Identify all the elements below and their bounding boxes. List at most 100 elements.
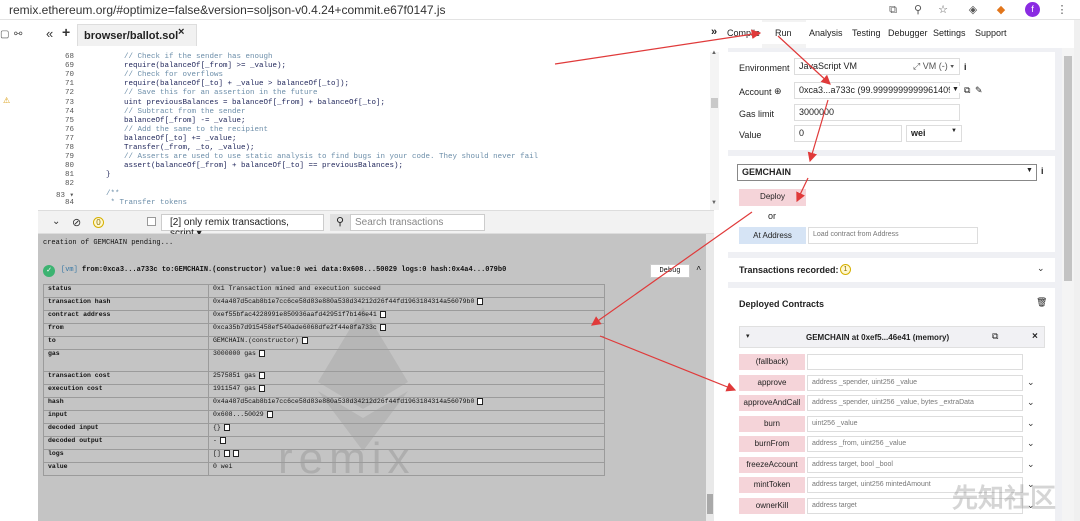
extension-icon[interactable]: ◈ [966, 3, 980, 17]
link-icon[interactable]: ⚯ [14, 29, 22, 40]
function-button[interactable]: mintToken [739, 477, 805, 493]
minimize-terminal-icon[interactable]: ⌄ [52, 216, 60, 227]
zoom-in-icon[interactable]: + [62, 24, 70, 40]
metamask-icon[interactable]: ◆ [994, 3, 1008, 17]
function-button[interactable]: ownerKill [739, 497, 805, 514]
transactions-recorded-section[interactable]: Transactions recorded: 1 ⌄ [728, 258, 1055, 282]
gaslimit-input[interactable]: 3000000 [794, 104, 960, 121]
clear-console-icon[interactable]: ⊘ [72, 216, 81, 229]
menu-dots-icon[interactable]: ⋮ [1055, 3, 1069, 17]
tx-filter-select[interactable]: [2] only remix transactions, script ▾ [161, 214, 324, 239]
deploy-button[interactable]: Deploy [739, 189, 806, 206]
url-text[interactable]: remix.ethereum.org/#optimize=false&versi… [9, 3, 446, 17]
tx-summary-line[interactable]: [vm] from:0xca3...a733c to:GEMCHAIN.(con… [61, 266, 506, 274]
folder-icon[interactable]: ▢ [0, 29, 9, 40]
function-button[interactable]: approveAndCall [739, 395, 805, 411]
copy-icon[interactable] [301, 337, 308, 344]
function-params-input[interactable]: address _spender, uint256 _value, bytes … [807, 395, 1023, 411]
copy-icon[interactable] [477, 398, 484, 405]
code-line[interactable]: // Check for overflows [88, 71, 223, 79]
code-line[interactable]: /** [88, 190, 120, 198]
tab-run[interactable]: Run [775, 28, 792, 38]
copy-icon[interactable] [266, 411, 273, 418]
browser-address-bar[interactable]: remix.ethereum.org/#optimize=false&versi… [0, 0, 1080, 20]
code-editor[interactable]: 68 // Check if the sender has enough 69 r… [38, 48, 713, 210]
function-button[interactable]: freezeAccount [739, 456, 805, 473]
at-address-input[interactable]: Load contract from Address [808, 227, 978, 244]
code-line[interactable]: assert(balanceOf[_from] + balanceOf[_to]… [88, 162, 403, 170]
collapse-panel-icon[interactable]: « [46, 26, 53, 41]
copy-icon[interactable] [232, 450, 239, 457]
search-icon[interactable]: ⚲ [330, 214, 350, 231]
copy-icon[interactable] [223, 450, 230, 457]
avatar[interactable]: f [1025, 2, 1040, 17]
tab-ballot-sol[interactable]: browser/ballot.sol × [77, 24, 197, 46]
copy-icon[interactable] [379, 311, 386, 318]
search-input[interactable]: Search transactions [350, 214, 485, 231]
function-button[interactable]: (fallback) [739, 354, 805, 370]
chevron-down-icon[interactable]: ⌄ [1027, 397, 1035, 408]
code-line[interactable]: // Save this for an assertion in the fut… [88, 89, 318, 97]
info-icon[interactable]: i [1041, 166, 1044, 176]
copy-icon[interactable]: ⧉ [992, 331, 998, 342]
scrollbar-thumb[interactable] [707, 494, 713, 514]
caret-icon[interactable]: ▾ [746, 332, 750, 340]
code-line[interactable]: require(balanceOf[_to] + _value > balanc… [88, 80, 349, 88]
value-unit-select[interactable]: wei ▼ [906, 125, 962, 142]
code-line[interactable]: // Asserts are used to use static analys… [88, 153, 538, 161]
code-line[interactable]: // Subtract from the sender [88, 108, 246, 116]
code-line[interactable]: require(balanceOf[_from] >= _value); [88, 62, 286, 70]
close-icon[interactable]: × [1032, 331, 1038, 342]
copy-icon[interactable] [258, 372, 265, 379]
chevron-down-icon[interactable]: ⌄ [1027, 459, 1035, 470]
tab-debugger[interactable]: Debugger [888, 28, 928, 38]
function-params-input[interactable]: address target, bool _bool [807, 456, 1023, 473]
editor-scrollbar[interactable]: ▲ ▼ [710, 50, 719, 210]
code-line[interactable]: // Add the same to the recipient [88, 126, 268, 134]
function-params-input[interactable] [807, 354, 1023, 370]
value-input[interactable]: 0 [794, 125, 902, 142]
code-line[interactable]: Transfer(_from, _to, _value); [88, 144, 255, 152]
scroll-up-icon[interactable]: ▲ [711, 50, 717, 56]
copy-icon[interactable]: ⧉ [964, 85, 970, 96]
bookmark-star-icon[interactable]: ☆ [936, 3, 950, 17]
function-params-input[interactable]: address _from, uint256 _value [807, 436, 1023, 452]
copy-icon[interactable] [223, 424, 230, 431]
copy-icon[interactable] [258, 385, 265, 392]
copy-icon[interactable] [219, 437, 226, 444]
function-params-input[interactable]: address _spender, uint256 _value [807, 374, 1023, 391]
zoom-icon[interactable]: ⚲ [911, 3, 925, 17]
copy-icon[interactable] [477, 298, 484, 305]
scrollbar-thumb[interactable] [1064, 56, 1072, 281]
tab-analysis[interactable]: Analysis [809, 28, 843, 38]
tab-compile[interactable]: Compile [727, 28, 760, 38]
function-button[interactable]: burnFrom [739, 436, 805, 452]
scroll-down-icon[interactable]: ▼ [711, 200, 717, 206]
translate-icon[interactable]: ⧉ [886, 3, 900, 17]
tab-support[interactable]: Support [975, 28, 1007, 38]
listen-checkbox[interactable] [147, 217, 156, 226]
scrollbar-thumb[interactable] [711, 98, 718, 108]
chevron-down-icon[interactable]: ⌄ [1027, 438, 1035, 449]
code-line[interactable]: balanceOf[_to] += _value; [88, 135, 237, 143]
code-line[interactable]: // Check if the sender has enough [88, 53, 273, 61]
at-address-button[interactable]: At Address [739, 227, 806, 244]
code-line[interactable]: uint previousBalances = balanceOf[_from]… [88, 99, 385, 107]
chevron-down-icon[interactable]: ▼ [950, 86, 961, 93]
tab-settings[interactable]: Settings [933, 28, 966, 38]
account-select[interactable]: 0xca3...a733c (99.9999999999961409 [794, 82, 960, 99]
expand-panel-icon[interactable]: » [711, 26, 717, 38]
collapse-tx-icon[interactable]: ^ [696, 265, 701, 275]
function-params-input[interactable]: uint256 _value [807, 415, 1023, 432]
contract-instance-header[interactable]: ▾ GEMCHAIN at 0xef5...46e41 (memory) ⧉ × [739, 326, 1045, 348]
trash-icon[interactable]: 🗑 [1036, 297, 1047, 308]
close-icon[interactable]: × [178, 26, 184, 38]
chevron-down-icon[interactable]: ⌄ [1037, 263, 1045, 274]
tab-testing[interactable]: Testing [852, 28, 881, 38]
code-line[interactable]: * Transfer tokens [88, 199, 188, 207]
function-button[interactable]: approve [739, 374, 805, 391]
contract-select[interactable]: GEMCHAIN ▼ [737, 164, 1037, 181]
copy-icon[interactable] [379, 324, 386, 331]
chevron-down-icon[interactable]: ⌄ [1027, 418, 1035, 429]
copy-icon[interactable] [258, 350, 265, 357]
